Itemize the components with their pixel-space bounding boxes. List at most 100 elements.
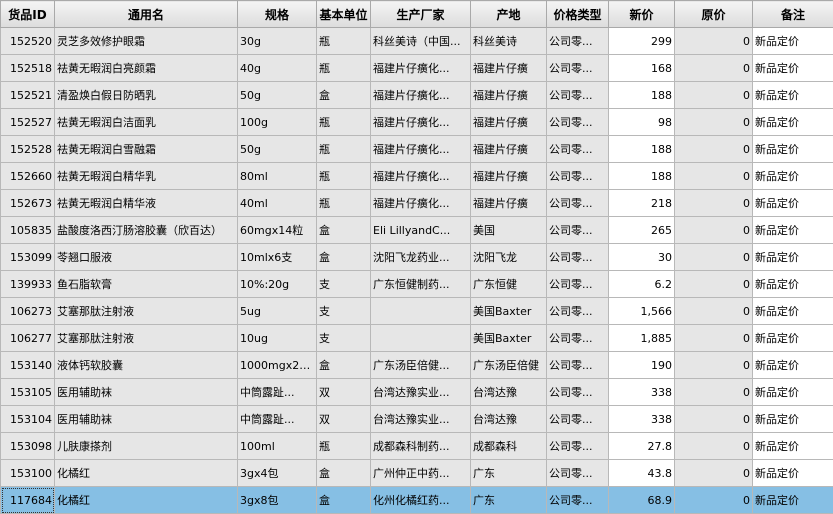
table-row[interactable]: 153098儿肤康搽剂100ml瓶成都森科制药...成都森科公司零...27.8… xyxy=(1,433,833,460)
cell-remark[interactable]: 新品定价 xyxy=(753,487,833,514)
cell-old-price[interactable]: 0 xyxy=(675,55,753,82)
cell-unit[interactable]: 盒 xyxy=(317,460,371,487)
cell-old-price[interactable]: 0 xyxy=(675,190,753,217)
cell-remark[interactable]: 新品定价 xyxy=(753,28,833,55)
cell-unit[interactable]: 瓶 xyxy=(317,136,371,163)
cell-generic-name[interactable]: 苓翘口服液 xyxy=(55,244,238,271)
cell-remark[interactable]: 新品定价 xyxy=(753,82,833,109)
cell-manufacturer[interactable]: 广东恒健制药... xyxy=(371,271,471,298)
cell-generic-name[interactable]: 医用辅助袜 xyxy=(55,379,238,406)
cell-generic-name[interactable]: 儿肤康搽剂 xyxy=(55,433,238,460)
cell-manufacturer[interactable]: 福建片仔癀化... xyxy=(371,190,471,217)
cell-price-type[interactable]: 公司零... xyxy=(547,487,609,514)
cell-remark[interactable]: 新品定价 xyxy=(753,271,833,298)
cell-unit[interactable]: 支 xyxy=(317,325,371,352)
cell-generic-name[interactable]: 鱼石脂软膏 xyxy=(55,271,238,298)
cell-remark[interactable]: 新品定价 xyxy=(753,244,833,271)
cell-new-price[interactable]: 27.8 xyxy=(609,433,675,460)
cell-unit[interactable]: 瓶 xyxy=(317,55,371,82)
cell-old-price[interactable]: 0 xyxy=(675,406,753,433)
cell-origin[interactable]: 台湾达豫 xyxy=(471,406,547,433)
cell-remark[interactable]: 新品定价 xyxy=(753,109,833,136)
column-header-id[interactable]: 货品ID xyxy=(1,1,55,28)
cell-new-price[interactable]: 6.2 xyxy=(609,271,675,298)
cell-price-type[interactable]: 公司零... xyxy=(547,55,609,82)
table-row[interactable]: 117684化橘红3gx8包盒化州化橘红药...广东公司零...68.90新品定… xyxy=(1,487,833,514)
cell-remark[interactable]: 新品定价 xyxy=(753,217,833,244)
cell-id[interactable]: 105835 xyxy=(1,217,55,244)
cell-price-type[interactable]: 公司零... xyxy=(547,271,609,298)
cell-price-type[interactable]: 公司零... xyxy=(547,109,609,136)
cell-origin[interactable]: 福建片仔癀 xyxy=(471,55,547,82)
cell-new-price[interactable]: 265 xyxy=(609,217,675,244)
cell-remark[interactable]: 新品定价 xyxy=(753,190,833,217)
column-header-generic-name[interactable]: 通用名 xyxy=(55,1,238,28)
cell-old-price[interactable]: 0 xyxy=(675,487,753,514)
cell-spec[interactable]: 中筒露趾... xyxy=(238,379,317,406)
cell-generic-name[interactable]: 化橘红 xyxy=(55,460,238,487)
table-row[interactable]: 106277艾塞那肽注射液10ug支美国Baxter公司零...1,8850新品… xyxy=(1,325,833,352)
table-row[interactable]: 152518祛黄无暇润白亮颜霜40g瓶福建片仔癀化...福建片仔癀公司零...1… xyxy=(1,55,833,82)
table-row[interactable]: 153100化橘红3gx4包盒广州仲正中药...广东公司零...43.80新品定… xyxy=(1,460,833,487)
cell-id[interactable]: 152528 xyxy=(1,136,55,163)
cell-origin[interactable]: 福建片仔癀 xyxy=(471,82,547,109)
cell-remark[interactable]: 新品定价 xyxy=(753,460,833,487)
cell-generic-name[interactable]: 祛黄无暇润白精华液 xyxy=(55,190,238,217)
cell-generic-name[interactable]: 祛黄无暇润白亮颜霜 xyxy=(55,55,238,82)
cell-new-price[interactable]: 188 xyxy=(609,136,675,163)
table-row[interactable]: 152660祛黄无暇润白精华乳80ml瓶福建片仔癀化...福建片仔癀公司零...… xyxy=(1,163,833,190)
cell-unit[interactable]: 瓶 xyxy=(317,190,371,217)
cell-new-price[interactable]: 43.8 xyxy=(609,460,675,487)
cell-origin[interactable]: 沈阳飞龙 xyxy=(471,244,547,271)
cell-manufacturer[interactable]: 福建片仔癀化... xyxy=(371,109,471,136)
cell-id[interactable]: 117684 xyxy=(1,487,55,514)
cell-new-price[interactable]: 188 xyxy=(609,82,675,109)
cell-origin[interactable]: 美国 xyxy=(471,217,547,244)
cell-price-type[interactable]: 公司零... xyxy=(547,217,609,244)
cell-price-type[interactable]: 公司零... xyxy=(547,82,609,109)
table-row[interactable]: 153099苓翘口服液10mlx6支盒沈阳飞龙药业...沈阳飞龙公司零...30… xyxy=(1,244,833,271)
cell-new-price[interactable]: 338 xyxy=(609,406,675,433)
cell-id[interactable]: 153100 xyxy=(1,460,55,487)
cell-manufacturer[interactable]: 福建片仔癀化... xyxy=(371,55,471,82)
column-header-unit[interactable]: 基本单位 xyxy=(317,1,371,28)
cell-id[interactable]: 153099 xyxy=(1,244,55,271)
cell-spec[interactable]: 10mlx6支 xyxy=(238,244,317,271)
column-header-spec[interactable]: 规格 xyxy=(238,1,317,28)
cell-price-type[interactable]: 公司零... xyxy=(547,352,609,379)
cell-id[interactable]: 106273 xyxy=(1,298,55,325)
cell-spec[interactable]: 50g xyxy=(238,82,317,109)
table-row[interactable]: 152527祛黄无暇润白洁面乳100g瓶福建片仔癀化...福建片仔癀公司零...… xyxy=(1,109,833,136)
cell-remark[interactable]: 新品定价 xyxy=(753,433,833,460)
cell-old-price[interactable]: 0 xyxy=(675,298,753,325)
cell-id[interactable]: 152660 xyxy=(1,163,55,190)
cell-generic-name[interactable]: 艾塞那肽注射液 xyxy=(55,298,238,325)
cell-id[interactable]: 152673 xyxy=(1,190,55,217)
table-row[interactable]: 153140液体钙软胶囊1000mgx20...盒广东汤臣倍健...广东汤臣倍健… xyxy=(1,352,833,379)
cell-spec[interactable]: 80ml xyxy=(238,163,317,190)
cell-price-type[interactable]: 公司零... xyxy=(547,406,609,433)
table-row[interactable]: 105835盐酸度洛西汀肠溶胶囊（欣百达）60mgx14粒盒Eli Lillya… xyxy=(1,217,833,244)
table-row[interactable]: 139933鱼石脂软膏10%:20g支广东恒健制药...广东恒健公司零...6.… xyxy=(1,271,833,298)
cell-spec[interactable]: 40g xyxy=(238,55,317,82)
cell-unit[interactable]: 瓶 xyxy=(317,433,371,460)
cell-spec[interactable]: 5ug xyxy=(238,298,317,325)
cell-origin[interactable]: 科丝美诗 xyxy=(471,28,547,55)
cell-id[interactable]: 153140 xyxy=(1,352,55,379)
cell-price-type[interactable]: 公司零... xyxy=(547,460,609,487)
cell-new-price[interactable]: 98 xyxy=(609,109,675,136)
cell-old-price[interactable]: 0 xyxy=(675,217,753,244)
cell-unit[interactable]: 支 xyxy=(317,298,371,325)
cell-new-price[interactable]: 299 xyxy=(609,28,675,55)
cell-old-price[interactable]: 0 xyxy=(675,244,753,271)
cell-manufacturer[interactable]: 福建片仔癀化... xyxy=(371,82,471,109)
cell-old-price[interactable]: 0 xyxy=(675,460,753,487)
cell-manufacturer[interactable]: 化州化橘红药... xyxy=(371,487,471,514)
cell-old-price[interactable]: 0 xyxy=(675,28,753,55)
cell-id[interactable]: 152521 xyxy=(1,82,55,109)
cell-new-price[interactable]: 188 xyxy=(609,163,675,190)
cell-spec[interactable]: 50g xyxy=(238,136,317,163)
cell-new-price[interactable]: 30 xyxy=(609,244,675,271)
cell-price-type[interactable]: 公司零... xyxy=(547,298,609,325)
cell-manufacturer[interactable] xyxy=(371,325,471,352)
